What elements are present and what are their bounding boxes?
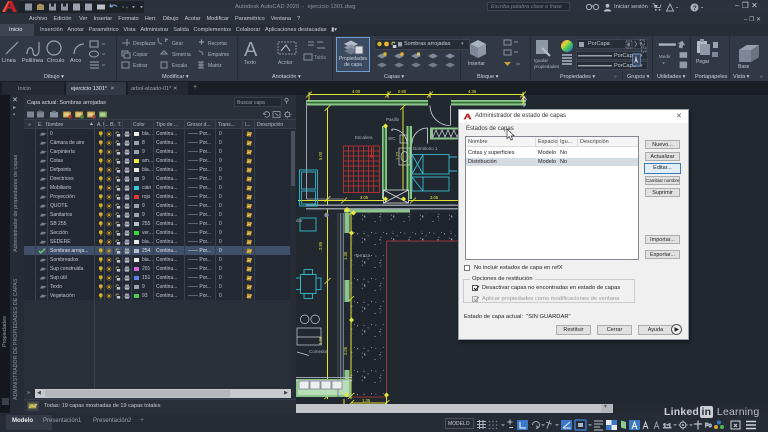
svg-text:3.05: 3.05: [360, 195, 369, 200]
svg-text:3.95: 3.95: [318, 336, 323, 345]
svg-text:Dormitorio 1: Dormitorio 1: [413, 146, 438, 151]
svg-text:Arco: Arco: [70, 58, 81, 64]
svg-text:Medir: Medir: [659, 54, 671, 60]
svg-text:Círculo: Círculo: [47, 58, 64, 64]
svg-text:Terraza: Terraza: [355, 253, 371, 258]
svg-text:Recortar: Recortar: [208, 41, 228, 47]
svg-text:Po: Po: [705, 423, 712, 429]
svg-text:Empalme: Empalme: [208, 52, 229, 58]
svg-text:0.80: 0.80: [398, 90, 407, 94]
svg-text:2.85: 2.85: [318, 241, 323, 250]
svg-text:Estirar: Estirar: [133, 63, 148, 69]
svg-text:Comedor: Comedor: [309, 349, 328, 354]
svg-text:Base: Base: [738, 64, 750, 70]
svg-text:Pasillo: Pasillo: [386, 117, 400, 122]
svg-text:Acotar: Acotar: [278, 60, 293, 66]
svg-text:1.35: 1.35: [362, 398, 371, 403]
svg-text:Igualar: Igualar: [534, 58, 549, 63]
svg-text:propiedades: propiedades: [534, 64, 560, 69]
svg-text:?: ?: [693, 5, 697, 12]
svg-text:5.00: 5.00: [318, 151, 323, 160]
svg-text:1:1: 1:1: [663, 424, 672, 430]
svg-text:4.00: 4.00: [352, 90, 361, 94]
svg-text:3.05: 3.05: [430, 195, 439, 200]
svg-text:Girar: Girar: [172, 41, 183, 47]
svg-text:Polilínea: Polilínea: [22, 58, 44, 64]
svg-text:Escalera: Escalera: [355, 135, 373, 140]
svg-text:Texto: Texto: [244, 60, 256, 66]
svg-text:▾: ▾: [663, 61, 666, 66]
svg-text:Copiar: Copiar: [133, 52, 148, 58]
svg-text:A: A: [244, 39, 258, 61]
svg-text:Tabla: Tabla: [314, 55, 326, 61]
svg-text:Simetría: Simetría: [172, 52, 191, 58]
svg-text:4.35: 4.35: [468, 90, 477, 94]
svg-text:Desplazar: Desplazar: [133, 41, 156, 47]
svg-text:Matriz: Matriz: [208, 63, 222, 69]
svg-text:Insertar: Insertar: [468, 61, 485, 67]
svg-text:WC: WC: [388, 136, 396, 141]
svg-text:dor: dor: [296, 218, 303, 223]
svg-text:Escala: Escala: [172, 63, 187, 69]
svg-text:Línea: Línea: [2, 58, 17, 64]
svg-text:Pegar: Pegar: [696, 59, 710, 65]
